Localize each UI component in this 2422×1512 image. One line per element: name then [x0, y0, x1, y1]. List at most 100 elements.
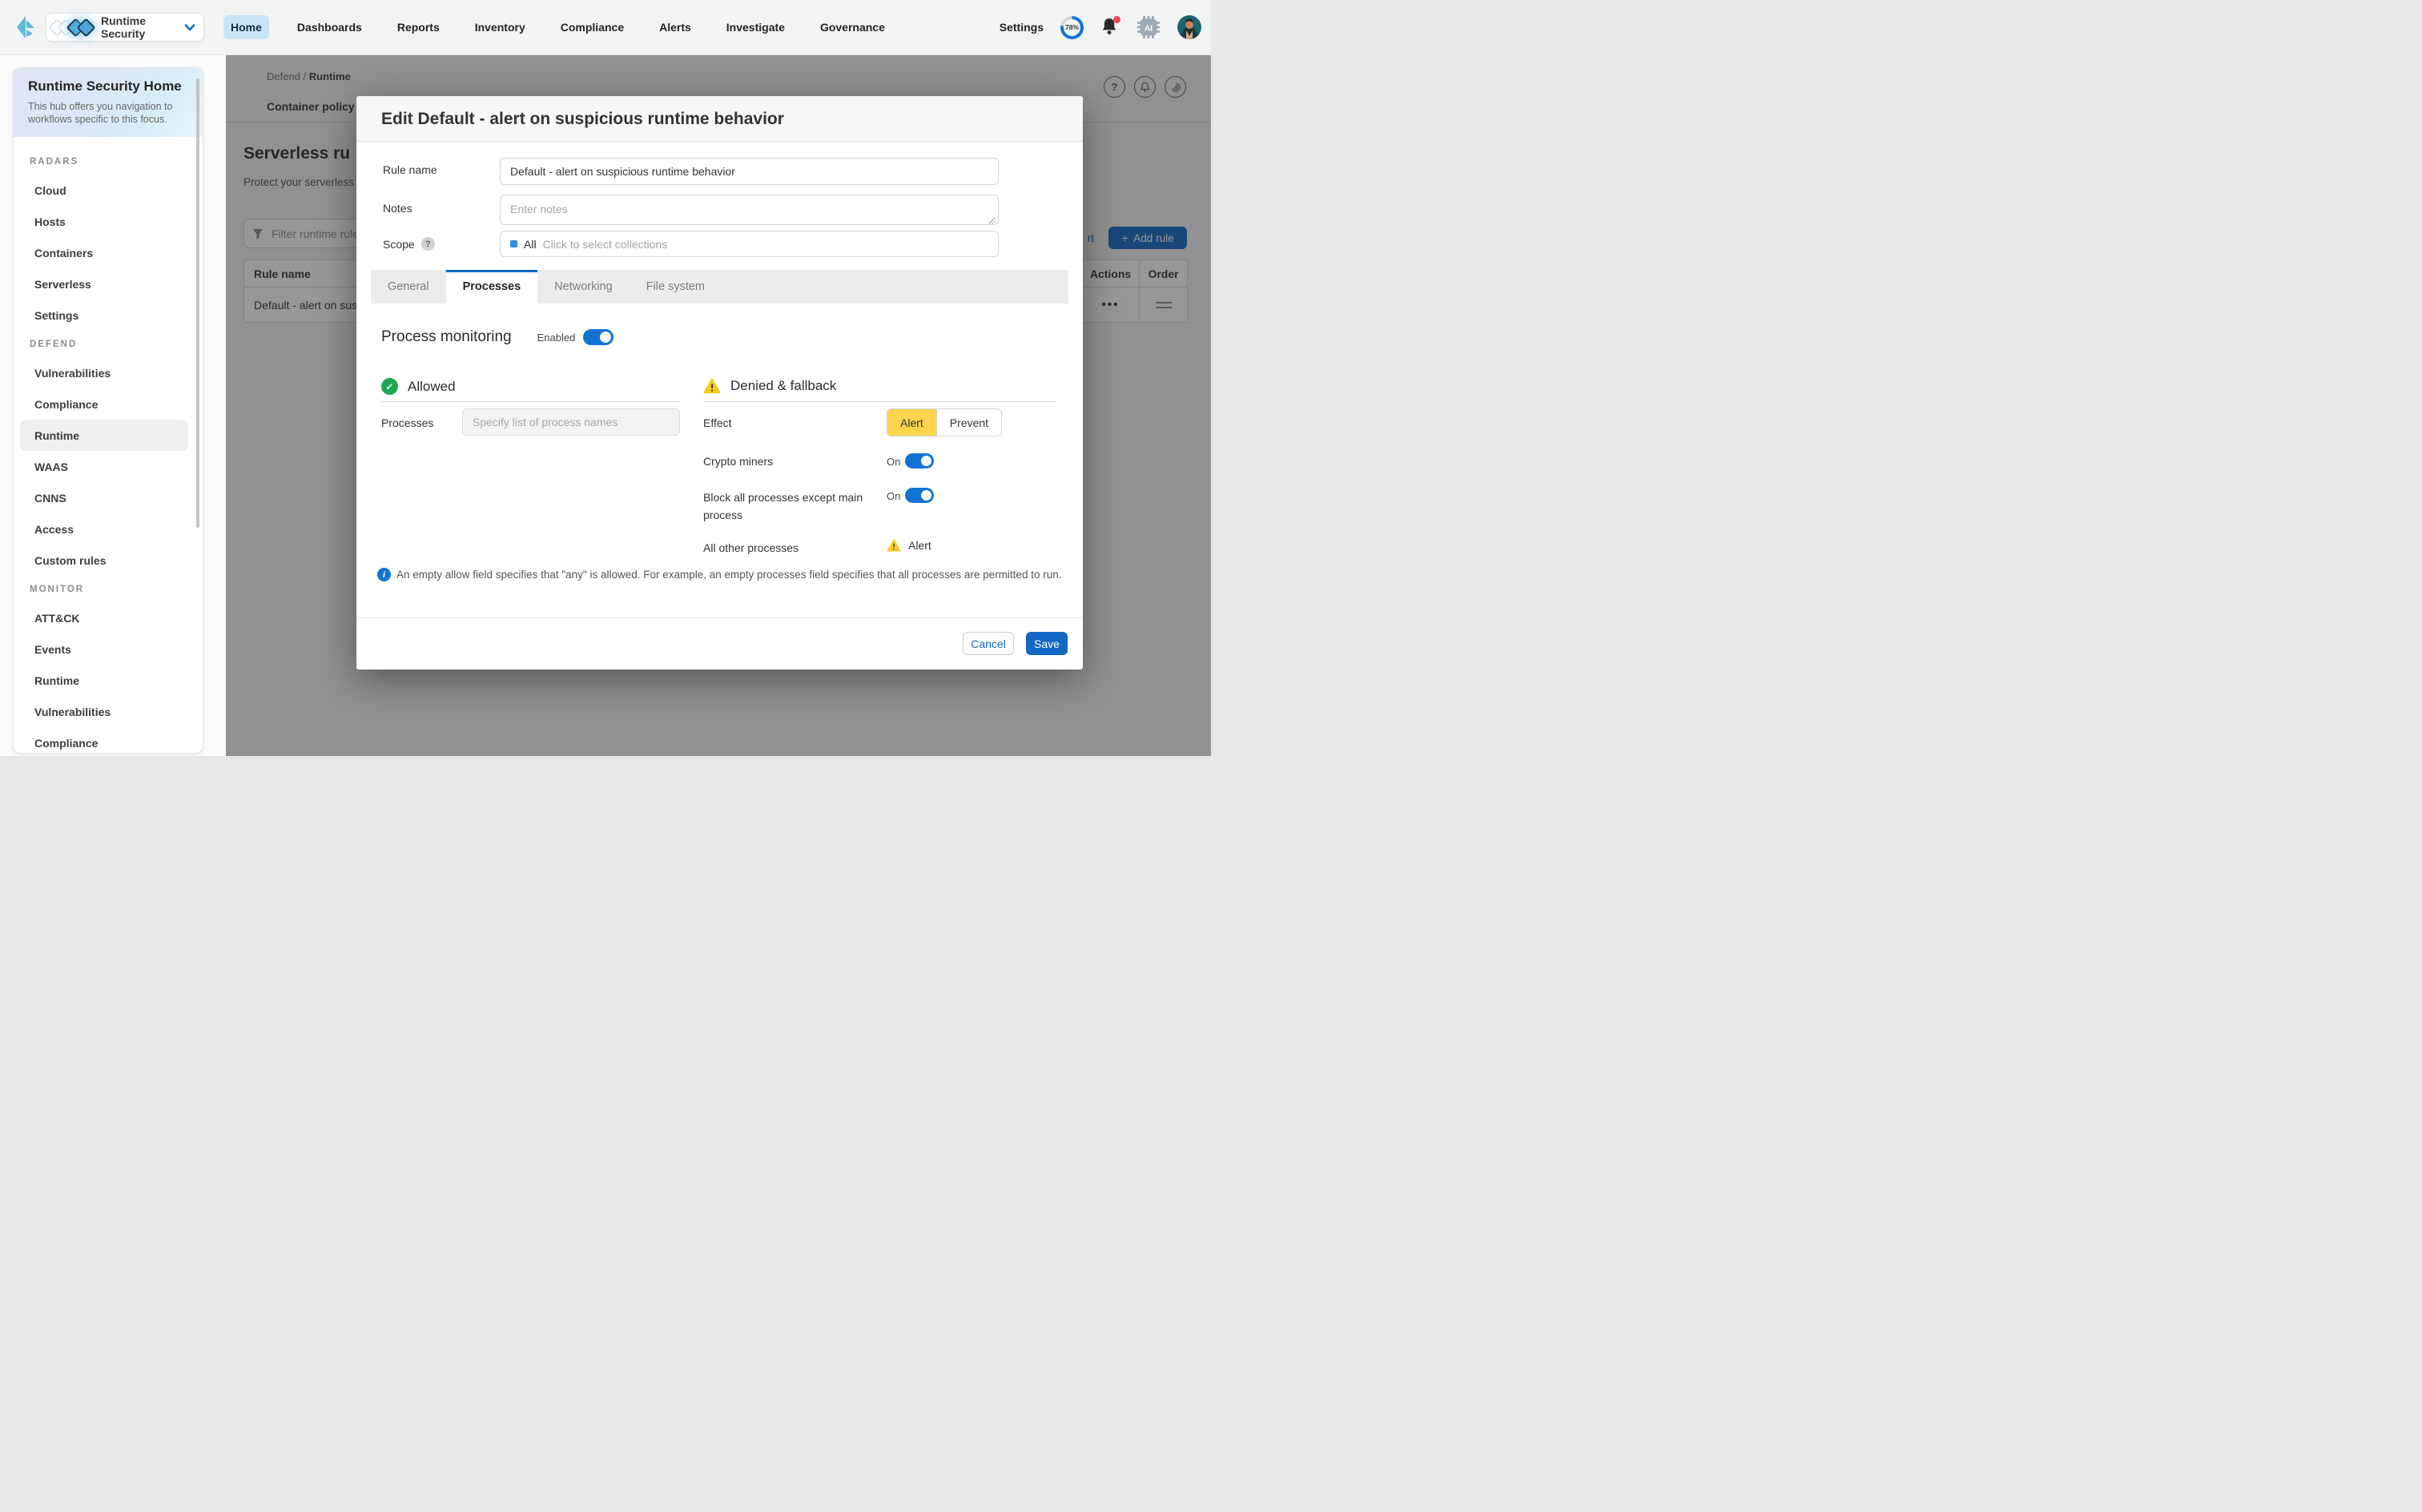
warning-triangle-icon	[703, 378, 721, 394]
scope-label: Scope ?	[383, 237, 435, 251]
effect-segmented-control: Alert Prevent	[887, 408, 1002, 436]
effect-label: Effect	[703, 416, 732, 429]
modal-title: Edit Default - alert on suspicious runti…	[381, 96, 784, 142]
sidebar-item-attck[interactable]: ATT&CK	[20, 602, 188, 633]
scope-value: All	[524, 238, 537, 251]
ai-assistant-icon[interactable]: AI	[1137, 15, 1161, 39]
sidebar-item-access[interactable]: Access	[20, 513, 188, 545]
info-note: An empty allow field specifies that "any…	[396, 566, 1071, 584]
sidebar-item-custom-rules[interactable]: Custom rules	[20, 545, 188, 576]
sidebar-title: Runtime Security Home	[28, 78, 188, 94]
process-monitoring-heading: Process monitoring	[381, 328, 512, 346]
top-bar: Runtime Security Home Dashboards Reports…	[0, 0, 1211, 55]
allowed-processes-input[interactable]	[462, 408, 680, 436]
sidebar-section-defend: DEFEND	[14, 331, 203, 357]
top-bar-right: Settings 78%	[1000, 0, 1201, 54]
progress-ring-value: 78%	[1064, 19, 1080, 36]
notification-badge	[1113, 16, 1120, 23]
info-icon: i	[377, 568, 391, 581]
effect-option-alert[interactable]: Alert	[887, 409, 936, 436]
sidebar-item-vulnerabilities[interactable]: Vulnerabilities	[20, 357, 188, 388]
sidebar-item-cloud[interactable]: Cloud	[20, 175, 188, 206]
tab-processes[interactable]: Processes	[446, 270, 538, 304]
denied-divider	[703, 401, 1056, 402]
nav-home[interactable]: Home	[223, 15, 269, 39]
warning-triangle-small-icon	[887, 539, 901, 552]
sidebar-item-settings[interactable]: Settings	[20, 300, 188, 331]
save-button[interactable]: Save	[1026, 632, 1068, 655]
app-window: Runtime Security Home Dashboards Reports…	[0, 0, 1211, 756]
sidebar-item-containers[interactable]: Containers	[20, 237, 188, 268]
cancel-button[interactable]: Cancel	[963, 632, 1014, 655]
sidebar-item-runtime-monitor[interactable]: Runtime	[20, 665, 188, 696]
sidebar-section-monitor: MONITOR	[14, 576, 203, 602]
user-avatar[interactable]	[1177, 15, 1201, 39]
sidebar-item-hosts[interactable]: Hosts	[20, 206, 188, 237]
block-all-toggle[interactable]	[905, 488, 934, 503]
notifications-bell-icon[interactable]	[1100, 17, 1120, 38]
tab-networking[interactable]: Networking	[537, 270, 630, 304]
scope-selector[interactable]: All Click to select collections	[500, 231, 999, 257]
nav-reports[interactable]: Reports	[390, 15, 447, 39]
collection-color-swatch	[510, 240, 517, 247]
block-all-state: On	[887, 490, 906, 502]
allowed-heading: Allowed	[408, 379, 456, 395]
sidebar: Runtime Security Home This hub offers yo…	[0, 54, 226, 756]
sidebar-item-compliance[interactable]: Compliance	[20, 388, 188, 420]
sidebar-item-vulnerabilities-monitor[interactable]: Vulnerabilities	[20, 696, 188, 727]
product-switcher[interactable]: Runtime Security	[46, 13, 204, 42]
footer-divider	[356, 617, 1083, 618]
sidebar-item-events[interactable]: Events	[20, 633, 188, 665]
notes-textarea[interactable]	[500, 195, 999, 225]
sidebar-hero: Runtime Security Home This hub offers yo…	[14, 68, 203, 137]
crypto-miners-label: Crypto miners	[703, 455, 773, 468]
effect-option-prevent[interactable]: Prevent	[936, 409, 1001, 436]
progress-ring[interactable]: 78%	[1060, 16, 1084, 39]
sidebar-item-runtime[interactable]: Runtime	[20, 420, 188, 451]
primary-nav: Home Dashboards Reports Inventory Compli…	[223, 0, 892, 54]
tab-file-system[interactable]: File system	[630, 270, 722, 304]
chevron-down-icon	[184, 24, 195, 31]
sidebar-card: Runtime Security Home This hub offers yo…	[13, 67, 203, 754]
fallback-value: Alert	[887, 539, 931, 552]
svg-text:AI: AI	[1145, 25, 1153, 34]
block-all-label: Block all processes except main process	[703, 489, 873, 524]
rule-name-label: Rule name	[383, 163, 437, 176]
nav-alerts[interactable]: Alerts	[652, 15, 698, 39]
sidebar-section-radars: RADARS	[14, 148, 203, 175]
edit-rule-modal: Edit Default - alert on suspicious runti…	[356, 96, 1083, 670]
denied-heading: Denied & fallback	[730, 378, 836, 394]
sidebar-item-waas[interactable]: WAAS	[20, 451, 188, 482]
product-switcher-label: Runtime Security	[101, 14, 184, 40]
settings-link[interactable]: Settings	[1000, 21, 1044, 34]
scope-help-icon[interactable]: ?	[421, 237, 435, 251]
sidebar-item-compliance-monitor[interactable]: Compliance	[20, 727, 188, 754]
sidebar-item-serverless[interactable]: Serverless	[20, 268, 188, 300]
process-monitoring-state-label: Enabled	[537, 332, 576, 344]
all-other-processes-label: All other processes	[703, 541, 799, 554]
sidebar-nav-list: RADARS Cloud Hosts Containers Serverless…	[14, 137, 203, 754]
textarea-resize-icon[interactable]	[989, 218, 996, 224]
scope-placeholder: Click to select collections	[543, 238, 668, 251]
sidebar-scrollbar[interactable]	[196, 78, 199, 528]
rule-name-input[interactable]	[500, 158, 999, 185]
sidebar-description: This hub offers you navigation to workfl…	[28, 100, 188, 126]
nav-investigate[interactable]: Investigate	[719, 15, 792, 39]
allowed-divider	[381, 401, 680, 402]
tab-general[interactable]: General	[371, 270, 446, 304]
module-diamonds-icon	[54, 21, 93, 34]
crypto-miners-toggle[interactable]	[905, 453, 934, 468]
notes-label: Notes	[383, 202, 412, 215]
nav-compliance[interactable]: Compliance	[553, 15, 631, 39]
crypto-miners-state: On	[887, 456, 906, 468]
process-monitoring-toggle[interactable]	[583, 329, 614, 345]
process-monitoring-row: Process monitoring Enabled	[381, 328, 614, 346]
nav-governance[interactable]: Governance	[813, 15, 892, 39]
modal-tabs: General Processes Networking File system	[371, 270, 1068, 304]
sidebar-item-cnns[interactable]: CNNS	[20, 482, 188, 513]
nav-inventory[interactable]: Inventory	[468, 15, 533, 39]
nav-dashboards[interactable]: Dashboards	[290, 15, 369, 39]
modal-header: Edit Default - alert on suspicious runti…	[356, 96, 1083, 142]
allowed-processes-label: Processes	[381, 416, 433, 429]
check-circle-icon: ✓	[381, 378, 398, 395]
